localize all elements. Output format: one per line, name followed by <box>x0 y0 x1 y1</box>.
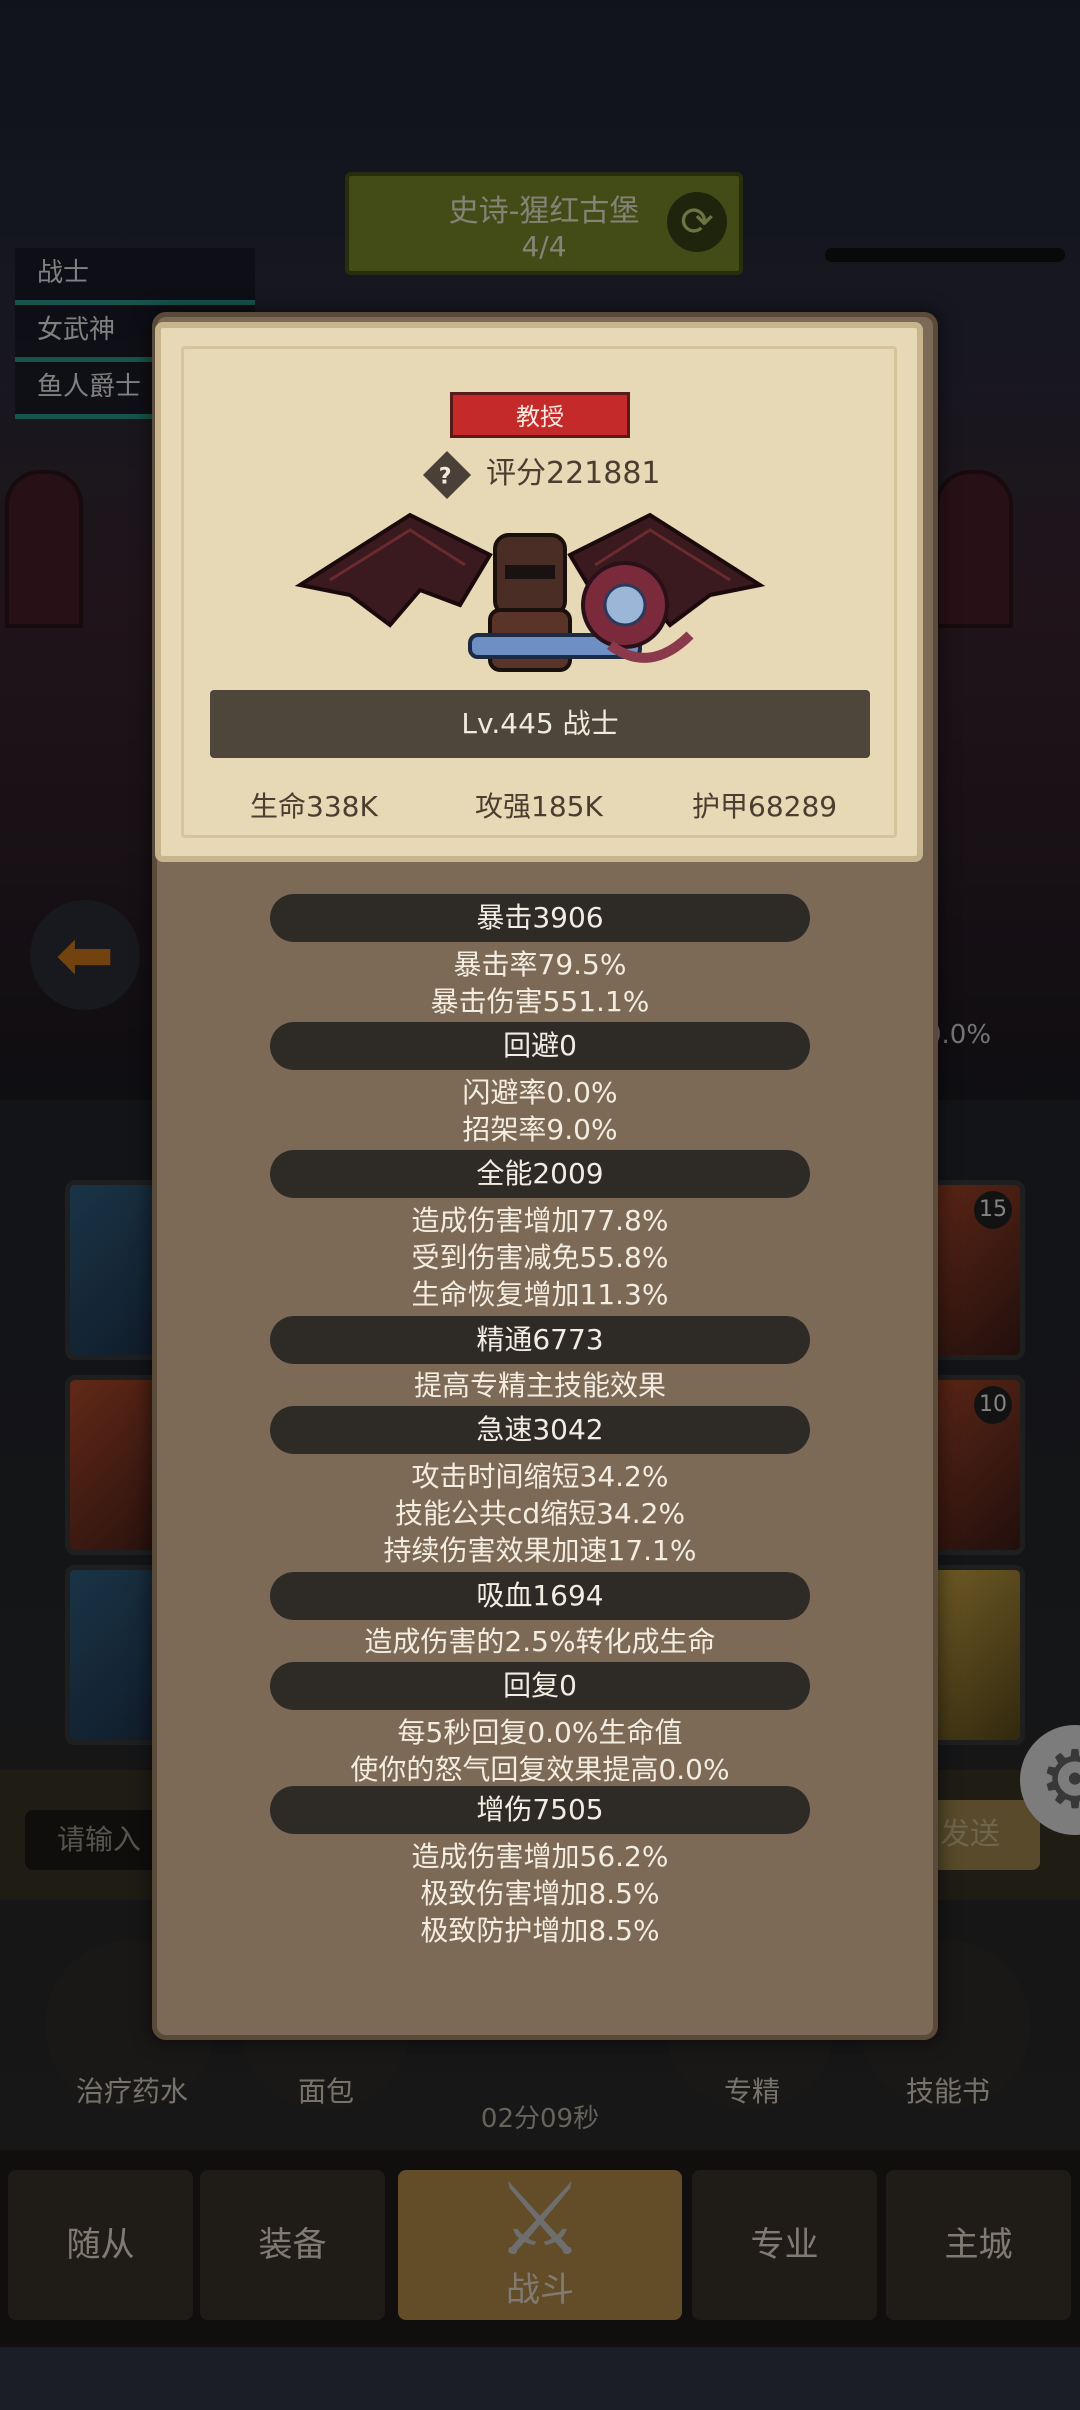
stat-line: 提高专精主技能效果 <box>413 1369 666 1402</box>
section-header-damage-bonus: 增伤7505 <box>270 1786 810 1834</box>
section-header-haste: 急速3042 <box>270 1406 810 1454</box>
stat-line: 招架率9.0% <box>462 1113 618 1146</box>
stat-line: 造成伤害的2.5%转化成生命 <box>364 1625 716 1658</box>
section-header-lifesteal: 吸血1694 <box>270 1572 810 1620</box>
stat-line: 每5秒回复0.0%生命值 <box>397 1716 683 1749</box>
title-badge: 教授 <box>450 392 630 438</box>
stat-line: 闪避率0.0% <box>462 1076 618 1109</box>
stat-line: 极致伤害增加8.5% <box>420 1877 660 1910</box>
section-header-versatility: 全能2009 <box>270 1150 810 1198</box>
score-row: ? 评分221881 <box>422 448 661 499</box>
stat-line: 使你的怒气回复效果提高0.0% <box>350 1753 730 1786</box>
hp-summary: 生命338K <box>250 790 378 823</box>
stat-line: 攻击时间缩短34.2% <box>411 1460 669 1493</box>
stat-line: 极致防护增加8.5% <box>420 1914 660 1947</box>
warrior-character-art <box>294 512 766 672</box>
score-text: 评分221881 <box>486 456 661 491</box>
section-header-evasion: 回避0 <box>270 1022 810 1070</box>
section-header-mastery: 精通6773 <box>270 1316 810 1364</box>
stat-line: 造成伤害增加56.2% <box>411 1840 669 1873</box>
stat-line: 生命恢复增加11.3% <box>411 1278 669 1311</box>
stat-line: 受到伤害减免55.8% <box>411 1241 669 1274</box>
armor-summary: 护甲68289 <box>692 790 838 823</box>
stat-line: 暴击伤害551.1% <box>430 985 650 1018</box>
stat-line: 技能公共cd缩短34.2% <box>394 1497 686 1530</box>
attack-summary: 攻强185K <box>475 790 603 823</box>
section-header-regen: 回复0 <box>270 1662 810 1710</box>
level-name-plate: Lv.445 战士 <box>210 690 870 758</box>
stat-line: 暴击率79.5% <box>453 948 627 981</box>
section-header-crit: 暴击3906 <box>270 894 810 942</box>
stat-line: 持续伤害效果加速17.1% <box>383 1534 697 1567</box>
stat-line: 造成伤害增加77.8% <box>411 1204 669 1237</box>
